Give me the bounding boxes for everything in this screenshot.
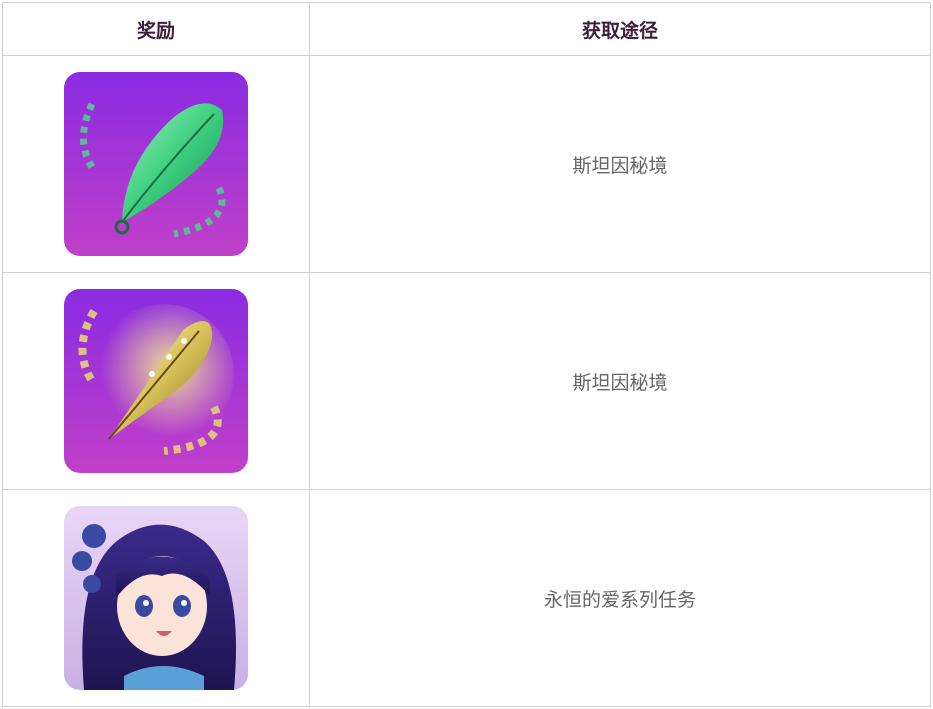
reward-cell (2, 489, 310, 707)
table-row: 斯坦因秘境 (2, 55, 931, 273)
character-portrait-icon[interactable] (64, 506, 248, 690)
header-reward: 奖励 (2, 2, 310, 56)
source-text: 斯坦因秘境 (309, 55, 931, 273)
reward-cell (2, 55, 310, 273)
reward-cell (2, 272, 310, 490)
golden-feather-icon[interactable] (64, 289, 248, 473)
green-feather-icon[interactable] (64, 72, 248, 256)
table-header-row: 奖励 获取途径 (2, 2, 931, 56)
table-row: 斯坦因秘境 (2, 272, 931, 490)
source-text: 永恒的爱系列任务 (309, 489, 931, 707)
table-row: 永恒的爱系列任务 (2, 489, 931, 707)
source-text: 斯坦因秘境 (309, 272, 931, 490)
header-source: 获取途径 (309, 2, 931, 56)
rewards-table: 奖励 获取途径 斯坦因秘境 斯坦因秘境 永恒的爱系列任务 (2, 2, 931, 707)
